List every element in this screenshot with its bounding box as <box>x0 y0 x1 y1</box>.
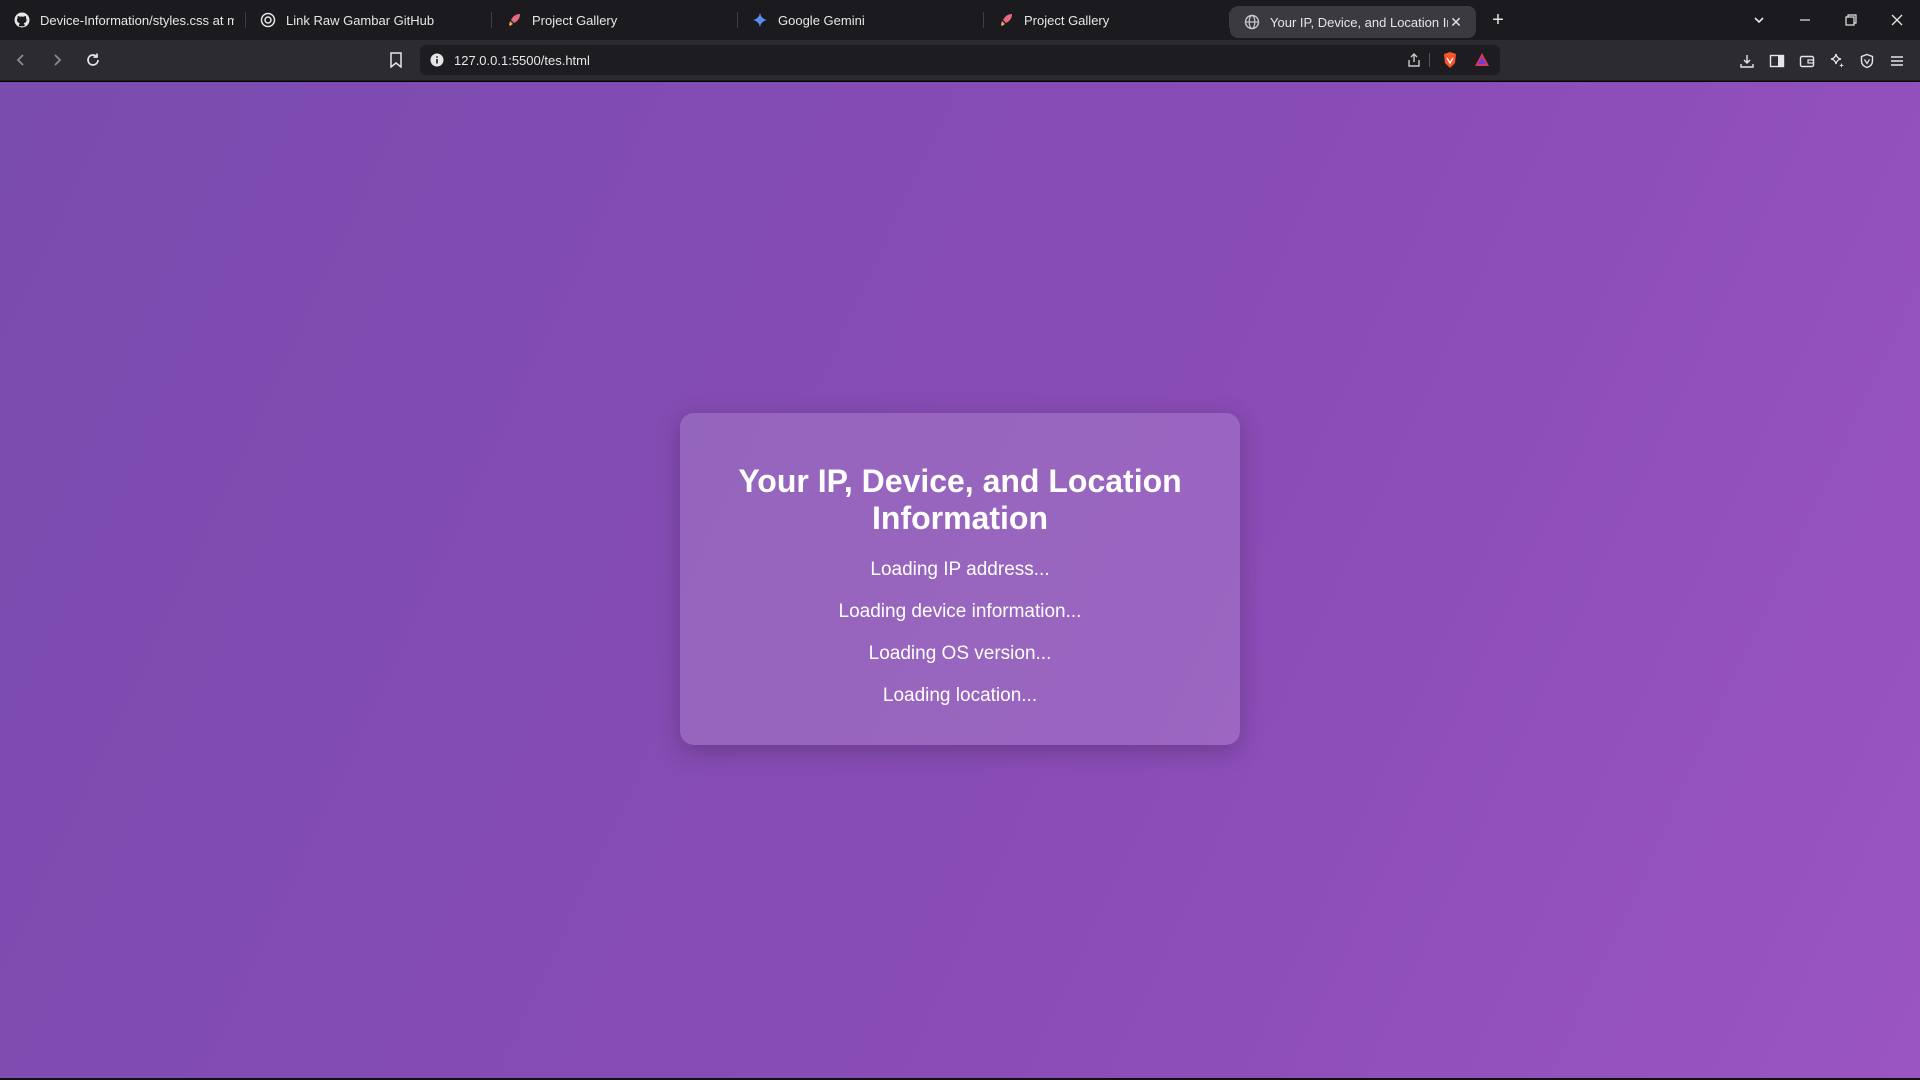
tab-project-gallery-1[interactable]: Project Gallery <box>492 0 738 40</box>
leo-ai-icon[interactable] <box>1822 46 1852 76</box>
tab-google-gemini[interactable]: Google Gemini <box>738 0 984 40</box>
back-icon[interactable] <box>6 45 36 75</box>
openai-icon <box>260 12 276 28</box>
new-tab-button[interactable]: + <box>1482 4 1514 36</box>
tab-label: Project Gallery <box>1024 12 1110 28</box>
tab-active-device-info[interactable]: Your IP, Device, and Location Informatio… <box>1230 6 1476 38</box>
rocket-icon <box>998 12 1014 28</box>
bookmark-icon[interactable] <box>381 45 411 75</box>
tab-label: Link Raw Gambar GitHub <box>286 12 435 28</box>
gemini-icon <box>752 12 768 28</box>
url-text: 127.0.0.1:5500/tes.html <box>454 52 590 68</box>
brave-rewards-icon[interactable] <box>1474 52 1490 73</box>
tab-project-gallery-2[interactable]: Project Gallery <box>984 0 1230 40</box>
tab-strip: Device-Information/styles.css at main Li… <box>0 0 1920 40</box>
tab-label: Project Gallery <box>532 12 618 28</box>
share-icon[interactable] <box>1406 52 1422 73</box>
tab-github-styles[interactable]: Device-Information/styles.css at main <box>0 0 246 40</box>
tab-link-raw[interactable]: Link Raw Gambar GitHub <box>246 0 492 40</box>
wallet-icon[interactable] <box>1792 46 1822 76</box>
github-icon <box>14 12 30 28</box>
close-tab-icon[interactable]: ✕ <box>1448 14 1464 30</box>
rocket-icon <box>506 12 522 28</box>
vpn-shield-icon[interactable] <box>1852 46 1882 76</box>
os-version-text: Loading OS version... <box>868 643 1052 664</box>
address-bar[interactable]: 127.0.0.1:5500/tes.html <box>420 45 1500 75</box>
sidebar-icon[interactable] <box>1762 46 1792 76</box>
page-title: Your IP, Device, and Location Informatio… <box>738 463 1182 536</box>
reload-icon[interactable] <box>78 45 108 75</box>
page-viewport: Your IP, Device, and Location Informatio… <box>0 82 1920 1078</box>
url-divider <box>1429 53 1430 67</box>
restore-icon[interactable] <box>1828 0 1874 40</box>
location-text: Loading location... <box>882 685 1038 706</box>
toolbar-actions <box>1732 40 1912 81</box>
ip-address-text: Loading IP address... <box>870 559 1050 580</box>
globe-icon <box>1244 14 1260 30</box>
tab-label: Your IP, Device, and Location Informatio… <box>1270 14 1448 30</box>
minimize-icon[interactable] <box>1782 0 1828 40</box>
info-card: Your IP, Device, and Location Informatio… <box>680 413 1240 745</box>
device-info-text: Loading device information... <box>838 601 1082 622</box>
brave-shields-icon[interactable] <box>1442 51 1458 74</box>
site-info-icon[interactable] <box>430 53 444 67</box>
tab-label: Device-Information/styles.css at main <box>40 12 234 28</box>
tab-label: Google Gemini <box>778 12 865 28</box>
menu-icon[interactable] <box>1882 46 1912 76</box>
download-icon[interactable] <box>1732 46 1762 76</box>
tab-list-chevron-icon[interactable] <box>1736 0 1782 40</box>
browser-toolbar: 127.0.0.1:5500/tes.html <box>0 40 1920 81</box>
forward-icon[interactable] <box>42 45 72 75</box>
close-window-icon[interactable] <box>1874 0 1920 40</box>
window-controls <box>1736 0 1920 40</box>
